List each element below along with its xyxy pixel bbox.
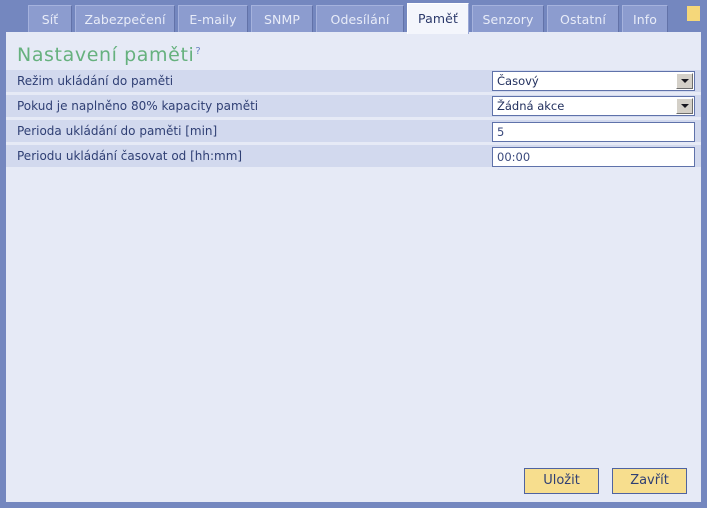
- tab-label: Info: [632, 12, 658, 27]
- tab-snmp[interactable]: SNMP: [251, 5, 313, 32]
- tab-odesilani[interactable]: Odesílání: [316, 5, 404, 32]
- help-icon[interactable]: ?: [195, 46, 201, 57]
- content-panel-inner: Nastavení paměti? Režim ukládání do pamě…: [6, 32, 701, 502]
- capacity-action-value: Žádná akce: [497, 99, 565, 113]
- table-row: Režim ukládání do paměti Časový: [6, 70, 701, 92]
- row-control: [492, 121, 695, 142]
- tab-label: SNMP: [263, 12, 300, 27]
- table-row: Perioda ukládání do paměti [min]: [6, 120, 701, 142]
- page-title-text: Nastavení paměti: [17, 44, 195, 66]
- close-button[interactable]: Zavřít: [612, 468, 687, 494]
- tab-emaily[interactable]: E-maily: [178, 5, 248, 32]
- row-control: Časový: [492, 71, 695, 91]
- tab-label: E-maily: [189, 12, 237, 27]
- footer-actions: Uložit Zavřít: [6, 468, 701, 494]
- tab-ostatni[interactable]: Ostatní: [547, 5, 619, 32]
- chevron-down-icon[interactable]: [676, 73, 693, 89]
- page-title: Nastavení paměti?: [17, 44, 201, 66]
- tab-zabezpeceni[interactable]: Zabezpečení: [75, 5, 175, 32]
- save-button[interactable]: Uložit: [524, 468, 599, 494]
- start-time-input[interactable]: [492, 147, 695, 167]
- row-label-storage-mode: Režim ukládání do paměti: [17, 74, 174, 88]
- tab-sit[interactable]: Síť: [28, 5, 72, 32]
- storage-mode-value: Časový: [497, 74, 539, 88]
- tab-label: Paměť: [418, 11, 458, 26]
- status-indicator-icon: [687, 6, 700, 21]
- tab-pamet[interactable]: Paměť: [407, 3, 469, 34]
- tab-label: Síť: [41, 12, 59, 27]
- row-label-start-time: Periodu ukládání časovat od [hh:mm]: [17, 149, 243, 163]
- content-panel: Nastavení paměti? Režim ukládání do pamě…: [0, 32, 707, 508]
- row-control: [492, 146, 695, 167]
- tab-label: Odesílání: [330, 12, 390, 27]
- row-label-capacity-action: Pokud je naplněno 80% kapacity paměti: [17, 99, 259, 113]
- tab-info[interactable]: Info: [622, 5, 668, 32]
- storage-mode-select[interactable]: Časový: [492, 71, 695, 91]
- tab-bar: Síť Zabezpečení E-maily SNMP Odesílání P…: [0, 0, 707, 34]
- settings-form: Režim ukládání do paměti Časový Pokud je…: [6, 70, 701, 170]
- app-window: Síť Zabezpečení E-maily SNMP Odesílání P…: [0, 0, 707, 508]
- tab-label: Ostatní: [560, 12, 606, 27]
- table-row: Periodu ukládání časovat od [hh:mm]: [6, 145, 701, 167]
- tab-label: Senzory: [482, 12, 534, 27]
- chevron-down-icon[interactable]: [676, 98, 693, 114]
- capacity-action-select[interactable]: Žádná akce: [492, 96, 695, 116]
- row-control: Žádná akce: [492, 96, 695, 116]
- save-period-input[interactable]: [492, 122, 695, 142]
- row-label-save-period: Perioda ukládání do paměti [min]: [17, 124, 218, 138]
- tab-label: Zabezpečení: [84, 12, 166, 27]
- tab-senzory[interactable]: Senzory: [472, 5, 544, 32]
- table-row: Pokud je naplněno 80% kapacity paměti Žá…: [6, 95, 701, 117]
